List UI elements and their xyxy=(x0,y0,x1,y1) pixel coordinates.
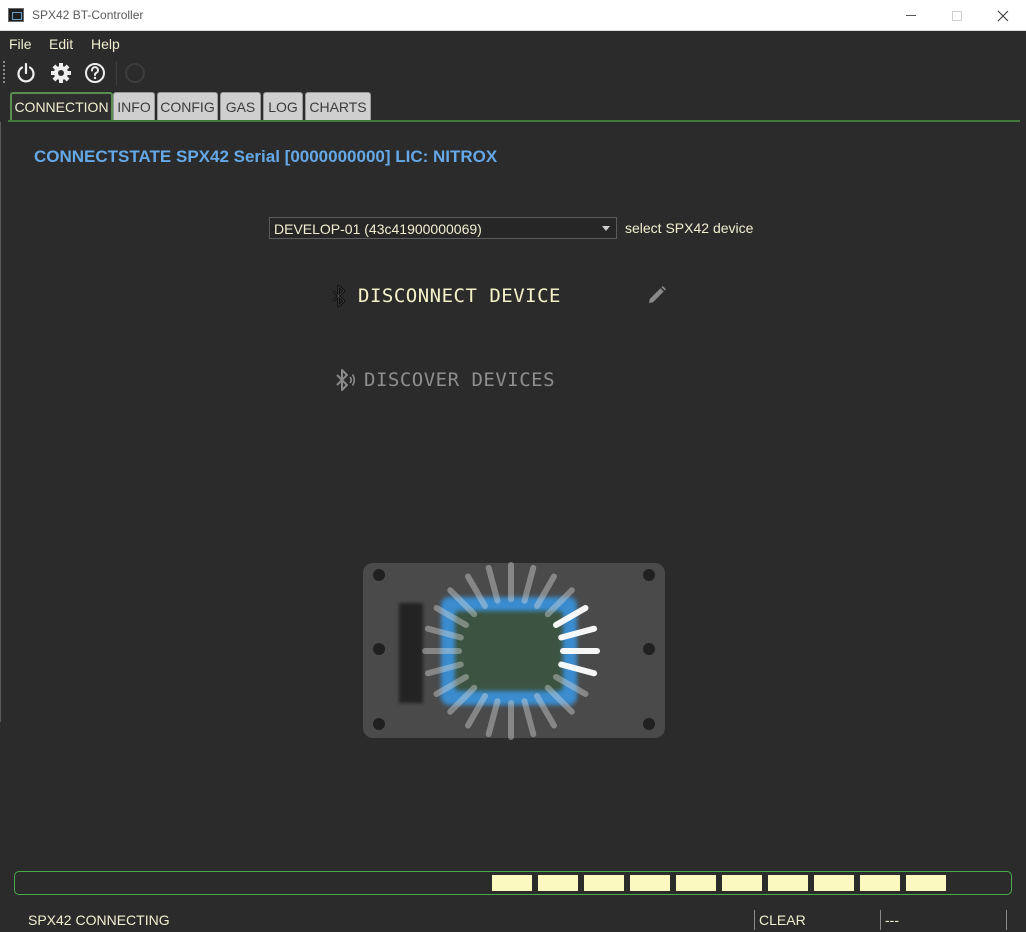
device-select-label: select SPX42 device xyxy=(625,220,754,236)
menu-edit[interactable]: Edit xyxy=(49,36,73,52)
spinner-tick xyxy=(558,625,598,641)
bluetooth-searching-icon xyxy=(336,369,356,391)
tab-log[interactable]: LOG xyxy=(263,92,303,120)
spinner-tick xyxy=(534,693,557,729)
tab-gas[interactable]: GAS xyxy=(220,92,261,120)
device-select-value: DEVELOP-01 (43c41900000069) xyxy=(274,221,482,237)
app-icon xyxy=(8,8,24,22)
chevron-down-icon[interactable] xyxy=(599,222,613,234)
help-icon xyxy=(85,63,105,83)
progress-bar xyxy=(14,871,1012,895)
clear-button[interactable]: CLEAR xyxy=(759,912,806,928)
progress-chunk xyxy=(584,875,624,891)
status-separator xyxy=(754,910,755,930)
status-bar: SPX42 CONNECTING CLEAR --- xyxy=(0,908,1026,932)
help-button[interactable] xyxy=(83,61,107,85)
spinner-tick xyxy=(544,587,575,618)
spinner-tick xyxy=(433,605,469,628)
progress-chunk xyxy=(814,875,854,891)
spinner-tick xyxy=(433,674,469,697)
discover-devices-button[interactable]: DISCOVER DEVICES xyxy=(334,365,555,395)
gear-icon xyxy=(51,63,71,83)
title-bar: SPX42 BT-Controller xyxy=(0,0,1026,31)
status-separator xyxy=(1006,910,1007,930)
screw-dot xyxy=(373,718,385,730)
close-icon xyxy=(997,10,1009,21)
spinner-tick xyxy=(534,573,557,609)
status-circle-icon xyxy=(125,63,145,83)
discover-devices-label: DISCOVER DEVICES xyxy=(364,369,556,391)
disconnect-device-button[interactable]: DISCONNECT DEVICE xyxy=(330,281,561,311)
spinner-tick xyxy=(485,564,501,604)
progress-chunk xyxy=(538,875,578,891)
progress-chunk xyxy=(630,875,670,891)
window-title: SPX42 BT-Controller xyxy=(32,8,144,22)
settings-button[interactable] xyxy=(49,61,73,85)
tab-bar: CONNECTION INFO CONFIG GAS LOG CHARTS xyxy=(0,92,1026,122)
spinner-tick xyxy=(521,564,537,604)
power-icon xyxy=(17,62,35,83)
status-info: --- xyxy=(885,912,899,928)
screw-dot xyxy=(643,718,655,730)
spinner-tick xyxy=(485,698,501,738)
screw-dot xyxy=(643,643,655,655)
pencil-icon xyxy=(649,286,666,303)
screw-dot xyxy=(643,569,655,581)
toolbar-separator xyxy=(116,61,117,85)
panel-left-edge xyxy=(0,122,1,722)
progress-chunk xyxy=(492,875,532,891)
progress-chunk xyxy=(860,875,900,891)
tab-connection[interactable]: CONNECTION xyxy=(10,92,113,120)
edit-device-button[interactable] xyxy=(646,284,668,306)
spinner-tick xyxy=(465,573,488,609)
tab-charts[interactable]: CHARTS xyxy=(305,92,371,120)
minimize-icon xyxy=(906,15,916,16)
spinner-tick xyxy=(553,674,589,697)
maximize-icon xyxy=(952,10,962,21)
close-button[interactable] xyxy=(980,0,1026,31)
tab-underline xyxy=(8,120,1020,122)
spinner-tick xyxy=(465,693,488,729)
status-separator xyxy=(880,910,881,930)
toolbar-grip[interactable] xyxy=(3,61,5,83)
toolbar xyxy=(0,57,1026,89)
loading-spinner-icon xyxy=(422,562,600,740)
tab-info[interactable]: INFO xyxy=(113,92,155,120)
tab-config[interactable]: CONFIG xyxy=(157,92,218,120)
minimize-button[interactable] xyxy=(888,0,934,31)
connect-state-header: CONNECTSTATE SPX42 Serial [0000000000] L… xyxy=(34,147,498,166)
screw-dot xyxy=(373,643,385,655)
menu-file[interactable]: File xyxy=(9,36,32,52)
menu-help[interactable]: Help xyxy=(91,36,120,52)
spinner-tick xyxy=(521,698,537,738)
screw-dot xyxy=(373,569,385,581)
progress-chunk xyxy=(676,875,716,891)
spinner-tick xyxy=(544,684,575,715)
disconnect-device-label: DISCONNECT DEVICE xyxy=(358,285,561,307)
status-message: SPX42 CONNECTING xyxy=(28,912,170,928)
progress-chunk xyxy=(906,875,946,891)
spinner-tick xyxy=(447,587,478,618)
menu-bar: File Edit Help xyxy=(0,32,1026,56)
spinner-tick xyxy=(424,625,464,641)
bluetooth-icon xyxy=(332,284,346,308)
power-button[interactable] xyxy=(14,61,38,85)
connection-status-indicator xyxy=(123,61,147,85)
maximize-button[interactable] xyxy=(934,0,980,31)
spinner-tick xyxy=(447,684,478,715)
spinner-tick xyxy=(558,661,598,677)
progress-chunk xyxy=(768,875,808,891)
device-select[interactable]: DEVELOP-01 (43c41900000069) xyxy=(269,217,617,239)
spinner-tick xyxy=(424,661,464,677)
progress-chunk xyxy=(722,875,762,891)
spinner-tick xyxy=(553,605,589,628)
